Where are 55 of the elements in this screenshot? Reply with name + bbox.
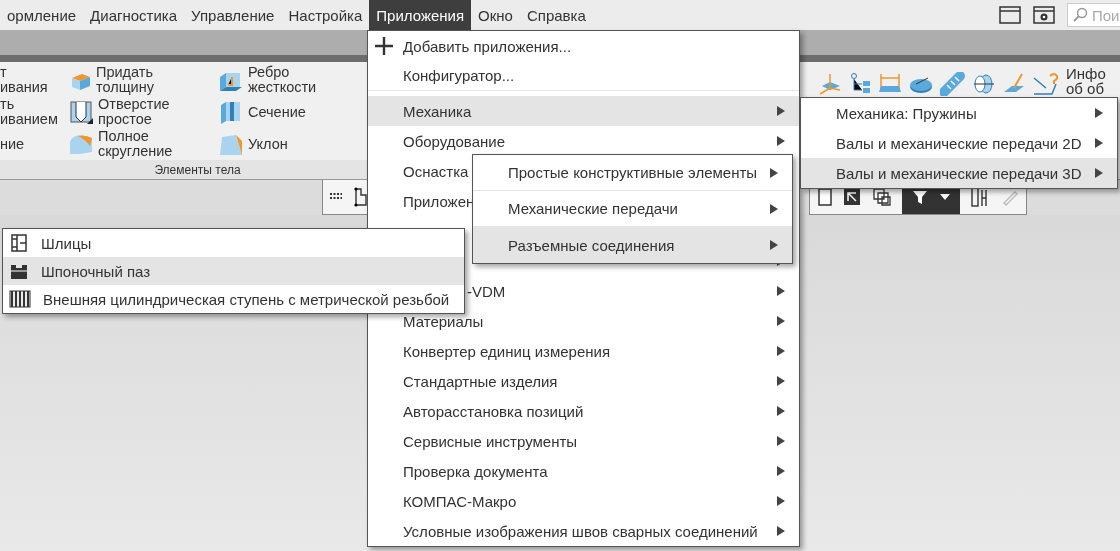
menu-item[interactable]: Шпоночный паз: [3, 257, 464, 285]
menu-item[interactable]: Управление: [184, 0, 282, 30]
menu-item[interactable]: Добавить приложения...: [368, 31, 799, 61]
menu-item[interactable]: Простые конструктивные элементы: [473, 155, 792, 191]
menu-item-label: Внешняя цилиндрическая ступень с метрической резьбой: [43, 290, 450, 308]
menu-item-label: Шлицы: [41, 234, 92, 252]
plus-icon: [374, 36, 394, 56]
thread-icon: [9, 289, 31, 309]
menu-item[interactable]: Проверка документа: [368, 456, 799, 486]
node-tree-icon[interactable]: [848, 72, 872, 96]
tool-label[interactable]: Ребро жесткости: [248, 65, 317, 95]
menu-item[interactable]: Внешняя цилиндрическая ступень с метрической резьбой: [3, 285, 464, 313]
menu-item[interactable]: Приложения: [369, 0, 472, 30]
caret-icon: [940, 194, 950, 200]
menu-item[interactable]: Настройка: [281, 0, 370, 30]
menu-item[interactable]: Разъемные соединения: [473, 227, 792, 263]
menu-item[interactable]: Условные изображения швов сварных соединений: [368, 516, 799, 546]
shaft-icon: [9, 233, 29, 253]
tool-label[interactable]: Полное скругление: [98, 129, 173, 159]
menu-item[interactable]: ормление: [0, 0, 84, 30]
ruler-icon[interactable]: [970, 186, 990, 208]
settings-icon[interactable]: [1033, 6, 1055, 24]
menu-item[interactable]: Справка: [519, 0, 593, 30]
layers-icon[interactable]: [872, 187, 892, 207]
menu-item[interactable]: Окно: [471, 0, 520, 30]
menu-item[interactable]: Механика: Пружины: [801, 98, 1117, 128]
question-plane-icon[interactable]: [1032, 72, 1060, 98]
search-icon: [1072, 7, 1088, 23]
cylinder-icon[interactable]: [972, 72, 996, 96]
cube-icon[interactable]: [842, 187, 862, 207]
tool-label[interactable]: ть иванием: [0, 97, 58, 127]
menu-item[interactable]: Авторасстановка позиций: [368, 396, 799, 426]
tool-label[interactable]: Сечение: [248, 104, 306, 120]
menu-item[interactable]: Оборудование: [368, 126, 799, 156]
menu-item[interactable]: Сервисные инструменты: [368, 426, 799, 456]
menu-item[interactable]: Валы и механические передачи 2D: [801, 128, 1117, 158]
tool-label[interactable]: Придать толщину: [96, 65, 154, 95]
tool-label[interactable]: Инфо об об: [1066, 66, 1112, 96]
menu-item[interactable]: Шлицы: [3, 229, 464, 257]
tool-label[interactable]: Отверстие простое: [98, 97, 170, 127]
window-icon[interactable]: [999, 6, 1021, 24]
menu-item[interactable]: Конвертер единиц измерения: [368, 336, 799, 366]
tool-label[interactable]: ние: [0, 136, 25, 152]
page-icon[interactable]: [818, 188, 832, 206]
menu-item[interactable]: Валы и механические передачи 3D: [801, 158, 1117, 188]
menu-item[interactable]: Стандартные изделия: [368, 366, 799, 396]
menu-item[interactable]: Механика: [368, 96, 799, 126]
menu-item-label: Шпоночный паз: [41, 262, 151, 280]
polyline-icon[interactable]: [353, 187, 369, 207]
menu-item[interactable]: Диагностика: [83, 0, 185, 30]
grip-icon[interactable]: [329, 192, 343, 202]
tool-label[interactable]: Уклон: [248, 136, 288, 152]
menu-item[interactable]: Конфигуратор...: [368, 61, 799, 91]
hole-icon[interactable]: [68, 99, 94, 125]
menu-item[interactable]: КОМПАС-Макро: [368, 486, 799, 516]
